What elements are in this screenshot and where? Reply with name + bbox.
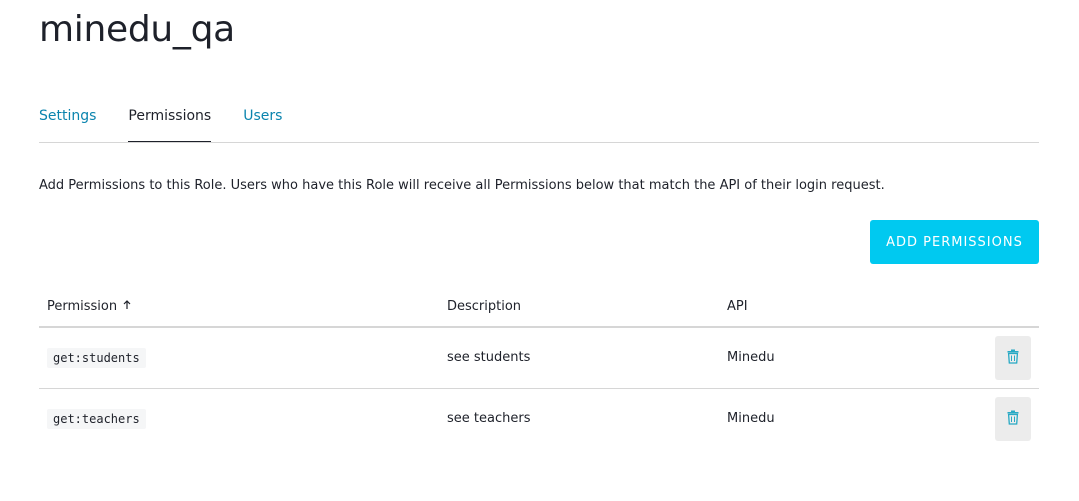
add-permissions-button[interactable]: ADD PERMISSIONS bbox=[870, 220, 1039, 264]
column-header-api: API bbox=[727, 299, 748, 314]
delete-permission-button[interactable] bbox=[995, 336, 1031, 380]
table-header: Permission Description API bbox=[39, 288, 1039, 328]
table-row: get:students see students Minedu bbox=[39, 328, 1039, 389]
permission-api: Minedu bbox=[727, 350, 775, 365]
tab-permissions[interactable]: Permissions bbox=[128, 96, 211, 142]
tab-settings[interactable]: Settings bbox=[39, 96, 96, 141]
delete-permission-button[interactable] bbox=[995, 397, 1031, 441]
table-row: get:teachers see teachers Minedu bbox=[39, 389, 1039, 449]
permission-name: get:students bbox=[47, 348, 146, 368]
column-header-permission-label: Permission bbox=[47, 299, 118, 314]
tab-users[interactable]: Users bbox=[243, 96, 282, 141]
trash-icon bbox=[1007, 349, 1019, 367]
tab-bar: Settings Permissions Users bbox=[39, 96, 1039, 143]
permission-description: see teachers bbox=[447, 411, 531, 426]
permission-name: get:teachers bbox=[47, 409, 146, 429]
column-header-permission[interactable]: Permission bbox=[47, 299, 131, 315]
permissions-table: Permission Description API get:students … bbox=[39, 288, 1039, 449]
trash-icon bbox=[1007, 410, 1019, 428]
arrow-up-icon bbox=[123, 299, 131, 315]
column-header-description: Description bbox=[447, 299, 522, 314]
permission-api: Minedu bbox=[727, 411, 775, 426]
permissions-description: Add Permissions to this Role. Users who … bbox=[39, 178, 885, 193]
permission-description: see students bbox=[447, 350, 531, 365]
page-title: minedu_qa bbox=[39, 9, 235, 50]
